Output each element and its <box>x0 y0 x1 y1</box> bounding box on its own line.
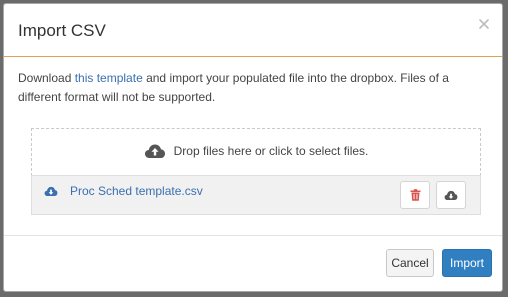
cancel-button[interactable]: Cancel <box>386 249 434 277</box>
trash-icon <box>410 189 420 201</box>
template-link[interactable]: this template <box>75 71 143 85</box>
file-dropzone[interactable]: Drop files here or click to select files… <box>31 128 481 176</box>
cloud-download-icon <box>444 190 458 200</box>
intro-text: Download this template and import your p… <box>18 69 488 107</box>
download-file-button[interactable] <box>436 181 466 209</box>
cloud-download-icon <box>44 186 58 196</box>
intro-text-before: Download <box>18 71 75 85</box>
dropzone-content: Drop files here or click to select files… <box>32 143 480 159</box>
cloud-upload-icon <box>144 144 165 158</box>
modal-header: Import CSV <box>4 4 502 57</box>
dropzone-text: Drop files here or click to select files… <box>173 144 369 158</box>
file-row: Proc Sched template.csv <box>31 175 481 215</box>
close-button[interactable] <box>476 16 492 32</box>
delete-file-button[interactable] <box>400 181 430 209</box>
file-name-link[interactable]: Proc Sched template.csv <box>70 184 203 198</box>
import-button[interactable]: Import <box>442 249 492 277</box>
modal-footer: Cancel Import <box>4 235 502 291</box>
close-icon <box>479 19 489 29</box>
import-csv-modal: Import CSV Download this template and im… <box>3 3 503 292</box>
modal-title: Import CSV <box>18 21 106 40</box>
